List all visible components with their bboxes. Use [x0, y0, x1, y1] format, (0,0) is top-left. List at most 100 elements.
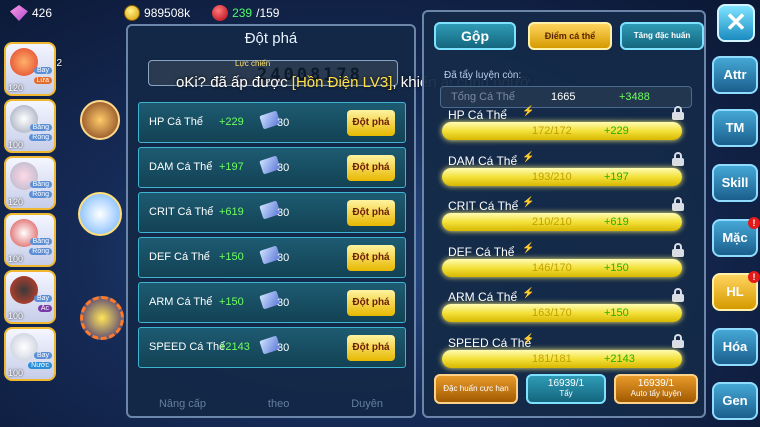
- stat-name: DEF Cá Thể: [448, 244, 515, 259]
- coin-value: 989508k: [144, 6, 191, 20]
- breakthrough-button[interactable]: Đột phá: [347, 200, 395, 226]
- close-button[interactable]: ✕: [717, 4, 755, 42]
- wheel-icon[interactable]: [80, 296, 124, 340]
- stat-list: HP Cá Thể ⚡ 172/172 +229 DAM Cá Thể ⚡ 19…: [436, 106, 698, 381]
- action-buttons: Đặc huấn cực hạn 16939/1 Tẩy 16939/1 Aut…: [434, 374, 698, 406]
- egg-icon[interactable]: [80, 100, 120, 140]
- banner-text: oKi? đã ấp được: [176, 74, 292, 91]
- stat-bonus: +229: [604, 125, 629, 137]
- breakthrough-button[interactable]: Đột phá: [347, 245, 395, 271]
- type-tag: Bay: [33, 295, 52, 302]
- lock-icon[interactable]: [672, 288, 684, 302]
- nav-skill[interactable]: Skill: [712, 164, 758, 202]
- footer-label: Duyên: [351, 398, 384, 410]
- roster-slot[interactable]: Băng Rồng 100: [4, 213, 56, 267]
- banner-highlight: [Hồn Điện LV3]: [291, 74, 393, 91]
- roster-slot[interactable]: Bay Nước 100: [4, 327, 56, 381]
- type-tag: Ác: [37, 305, 52, 312]
- auto-count: 16939/1: [637, 378, 675, 389]
- type-tag: Rồng: [29, 248, 52, 255]
- footer-label: Nâng cấp: [158, 398, 207, 410]
- stat-bonus: +197: [219, 161, 244, 173]
- alert-badge: !: [748, 271, 760, 283]
- stat-name: HP Cá Thể: [448, 108, 507, 122]
- dialog-footer: Nâng cấp theo Duyên: [128, 398, 414, 410]
- lock-icon[interactable]: [672, 333, 684, 348]
- monster-level: 100: [8, 368, 24, 378]
- roster-slot[interactable]: Bay Ác 100: [4, 270, 56, 324]
- stat-bonus: +229: [219, 116, 244, 128]
- total-bonus: +3488: [619, 91, 650, 103]
- stat-value: 210/210: [532, 216, 572, 228]
- lightning-icon: ⚡: [522, 333, 535, 345]
- stat-progress-bar: 146/170 +150: [442, 258, 682, 277]
- item-count: 30: [277, 207, 290, 219]
- tab-diem-ca-the[interactable]: Điểm cá thể: [528, 22, 612, 50]
- nav-tm[interactable]: TM: [712, 109, 758, 147]
- roster-slot[interactable]: Băng Rồng 100: [4, 99, 56, 153]
- stat-value: 146/170: [532, 261, 572, 274]
- lightning-icon: ⚡: [522, 242, 535, 254]
- type-tag: Băng: [29, 181, 52, 188]
- lock-icon[interactable]: [672, 197, 684, 211]
- type-tag: Lửa: [33, 77, 52, 84]
- item-count: 30: [277, 252, 290, 264]
- stat-row: HP Cá Thể ⚡ 172/172 +229: [436, 106, 698, 154]
- list-item: ARM Cá Thể +150 30 Đột phá: [138, 282, 406, 323]
- type-tag: Bay: [33, 352, 52, 359]
- roster-slot[interactable]: Băng Rồng 120: [4, 156, 56, 210]
- nav-hl[interactable]: HL!: [712, 271, 760, 311]
- item-count: 30: [277, 117, 290, 129]
- monster-level: 100: [8, 254, 24, 264]
- breakthrough-button[interactable]: Đột phá: [347, 155, 395, 181]
- type-tag: Băng: [29, 124, 52, 131]
- stat-row: DEF Cá Thể ⚡ 146/170 +150: [436, 242, 698, 291]
- breakthrough-button[interactable]: Đột phá: [347, 110, 395, 136]
- stat-name: CRIT Cá Thể: [149, 206, 214, 218]
- nav-gen[interactable]: Gen: [712, 382, 758, 420]
- nav-mac[interactable]: Mặc!: [712, 217, 760, 257]
- list-item: CRIT Cá Thể +619 30 Đột phá: [138, 192, 406, 233]
- total-name: Tổng Cá Thể: [451, 91, 516, 103]
- nav-label: Gen: [722, 393, 748, 408]
- stat-bonus: +619: [219, 206, 244, 218]
- lock-icon[interactable]: [672, 242, 684, 257]
- nav-attr[interactable]: Attr: [712, 56, 758, 94]
- type-tag: Rồng: [29, 134, 52, 141]
- breakthrough-button[interactable]: Đột phá: [347, 335, 395, 361]
- roster-slot[interactable]: Bay Lửa 120 2: [4, 42, 62, 96]
- type-tag: Rồng: [29, 191, 52, 198]
- resource-bar: 426 989508k 239/159: [0, 0, 420, 26]
- breakthrough-list: HP Cá Thể +229 30 Đột phá DAM Cá Thể +19…: [138, 102, 406, 372]
- dac-huan-button[interactable]: Đặc huấn cực hạn: [434, 374, 518, 404]
- tab-gop[interactable]: Gộp: [434, 22, 516, 50]
- item-count: 30: [277, 162, 290, 174]
- tab-tang-dac-huan[interactable]: Tăng đặc huấn: [620, 22, 704, 50]
- stat-bonus: +2143: [604, 352, 635, 365]
- panel-tabs: Gộp Điểm cá thể Tăng đặc huấn: [434, 22, 704, 50]
- lock-icon[interactable]: [672, 106, 684, 120]
- stat-row: DAM Cá Thể ⚡ 193/210 +197: [436, 151, 698, 200]
- stat-value: 163/170: [532, 307, 572, 319]
- breakthrough-button[interactable]: Đột phá: [347, 290, 395, 316]
- monster-level: 100: [8, 311, 24, 321]
- lightning-icon: ⚡: [522, 288, 535, 299]
- stat-progress-bar: 193/210 +197: [442, 167, 682, 186]
- total-box: Tổng Cá Thể 1665 +3488: [440, 86, 692, 108]
- stat-name: ARM Cá Thể: [149, 296, 213, 308]
- cherry-icon: [212, 5, 229, 21]
- nav-hoa[interactable]: Hóa: [712, 328, 758, 366]
- coin-icon: [124, 5, 141, 21]
- stat-bonus: +2143: [219, 341, 250, 353]
- tay-button[interactable]: 16939/1 Tẩy: [526, 374, 606, 404]
- gem-value: 426: [32, 6, 53, 20]
- lock-icon[interactable]: [672, 151, 684, 166]
- tay-count: 16939/1: [547, 378, 585, 389]
- stat-bonus: +619: [604, 216, 629, 228]
- energy-value: 239: [232, 6, 253, 20]
- auto-tay-button[interactable]: 16939/1 Auto tẩy luyện: [614, 374, 698, 404]
- energy-counter: 239/159: [212, 5, 279, 21]
- stat-bonus: +150: [604, 261, 629, 274]
- lightning-icon: ⚡: [522, 151, 535, 163]
- lock-bag-icon[interactable]: [78, 192, 122, 236]
